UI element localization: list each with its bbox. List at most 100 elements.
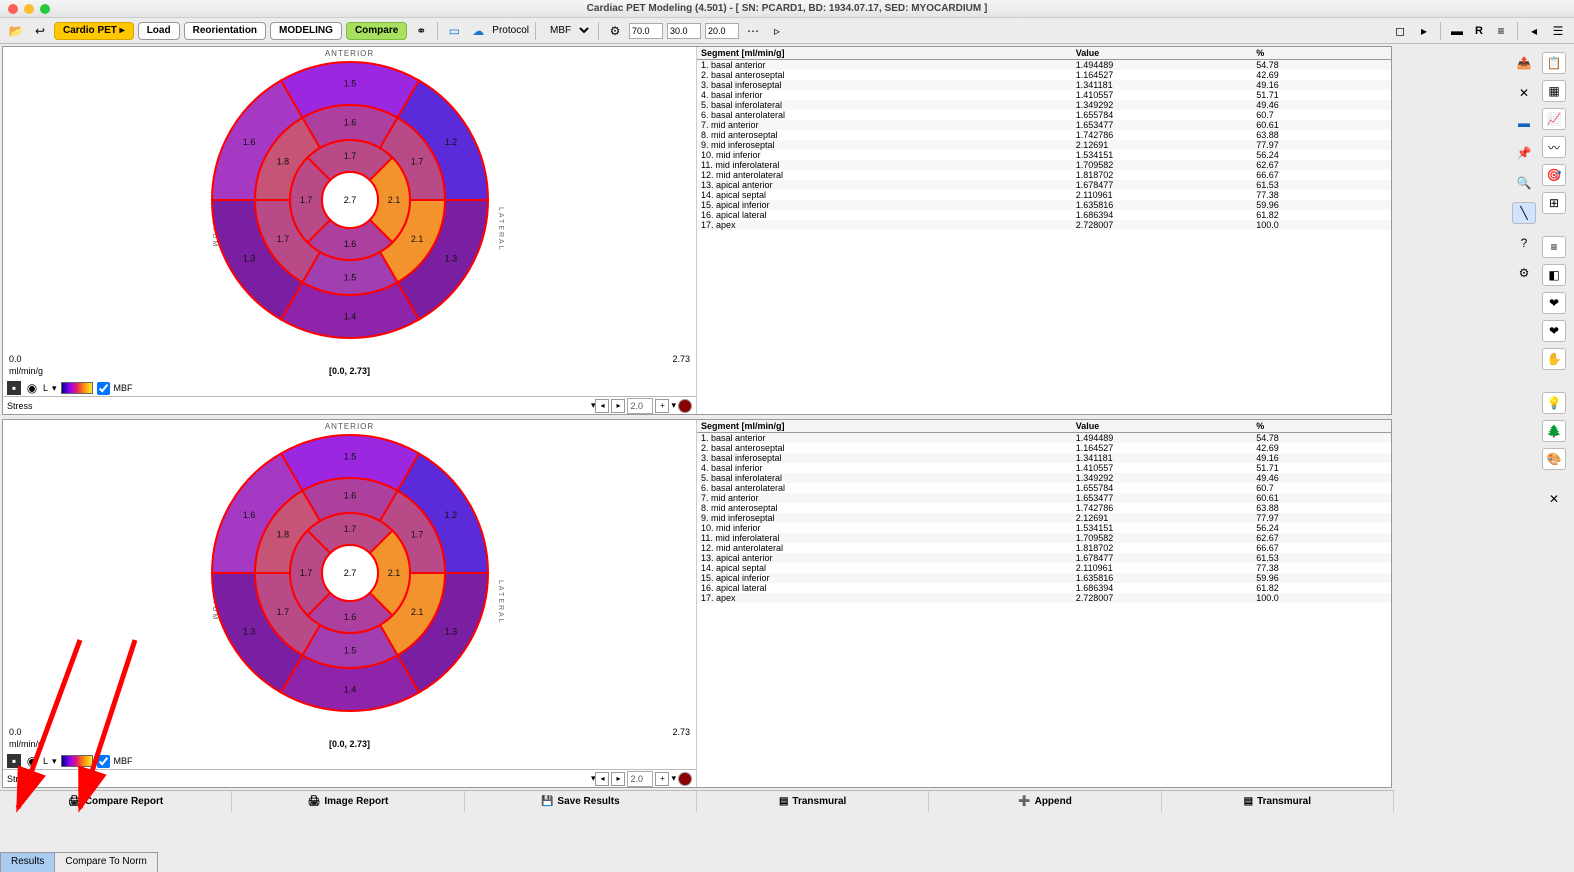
chart-icon[interactable]: 📈 — [1542, 108, 1566, 130]
gear-icon[interactable]: ⚙ — [1512, 262, 1536, 284]
table-row[interactable]: 14. apical septal2.11096177.38 — [697, 563, 1391, 573]
play-icon[interactable]: ▹ — [767, 22, 787, 40]
help-icon[interactable]: ? — [1512, 232, 1536, 254]
table-row[interactable]: 7. mid anterior1.65347760.61 — [697, 120, 1391, 130]
record-icon[interactable] — [678, 772, 692, 786]
color-bars-icon[interactable]: ≡ — [1542, 236, 1566, 258]
image-report-button[interactable]: 🖨Image Report — [232, 791, 464, 812]
prev-button[interactable]: ◂ — [595, 772, 609, 786]
nav-value-input[interactable] — [627, 398, 653, 414]
chevron-down-icon[interactable]: ▾ — [52, 383, 57, 394]
view-icon[interactable]: ◉ — [25, 752, 39, 770]
table-row[interactable]: 6. basal anterolateral1.65578460.7 — [697, 110, 1391, 120]
table-row[interactable]: 4. basal inferior1.41055751.71 — [697, 90, 1391, 100]
pin-icon[interactable]: 📌 — [1512, 142, 1536, 164]
table-row[interactable]: 5. basal inferolateral1.34929249.46 — [697, 473, 1391, 483]
add-button[interactable]: + — [655, 399, 669, 413]
add-button[interactable]: + — [655, 772, 669, 786]
export-icon[interactable]: 📤 — [1512, 52, 1536, 74]
table-row[interactable]: 5. basal inferolateral1.34929249.46 — [697, 100, 1391, 110]
curve-icon[interactable]: 〰 — [1542, 136, 1566, 158]
table-row[interactable]: 17. apex2.728007100.0 — [697, 593, 1391, 603]
chevron-down-icon[interactable]: ▾ — [52, 756, 57, 767]
append-button[interactable]: ➕Append — [929, 791, 1161, 812]
nav-value-input[interactable] — [627, 771, 653, 787]
close-icon[interactable] — [8, 4, 18, 14]
prev-button[interactable]: ◂ — [595, 399, 609, 413]
table-row[interactable]: 10. mid inferior1.53415156.24 — [697, 150, 1391, 160]
expand-icon[interactable]: ▸ — [1414, 22, 1434, 40]
modeling-button[interactable]: MODELING — [270, 22, 342, 40]
polar-plot[interactable]: 1.51.21.31.41.31.61.61.72.11.51.71.81.72… — [205, 428, 495, 718]
minimize-icon[interactable] — [24, 4, 34, 14]
mbf-dropdown[interactable]: MBF — [542, 23, 592, 38]
mbf-checkbox[interactable] — [97, 755, 110, 768]
heart-mri-icon[interactable]: ❤ — [1542, 320, 1566, 342]
stress-dropdown[interactable]: Stress — [7, 401, 591, 411]
param2-input[interactable] — [667, 23, 701, 39]
bulb-icon[interactable]: 💡 — [1542, 392, 1566, 414]
table-row[interactable]: 4. basal inferior1.41055751.71 — [697, 463, 1391, 473]
maximize-icon[interactable] — [40, 4, 50, 14]
segments-icon[interactable]: ⊞ — [1542, 192, 1566, 214]
screen-icon[interactable]: ▬ — [1512, 112, 1536, 134]
back-icon[interactable]: ↩ — [30, 22, 50, 40]
patient-list-icon[interactable]: 📋 — [1542, 52, 1566, 74]
colormap-bar[interactable] — [61, 382, 93, 394]
table-row[interactable]: 3. basal inferoseptal1.34118149.16 — [697, 453, 1391, 463]
hand-icon[interactable]: ✋ — [1542, 348, 1566, 370]
line-tool-icon[interactable]: ╲ — [1512, 202, 1536, 224]
stress-dropdown[interactable]: Stress — [7, 774, 591, 784]
save-icon[interactable]: ▪ — [7, 754, 21, 768]
grid-icon[interactable]: ◻ — [1390, 22, 1410, 40]
cube-icon[interactable]: ◧ — [1542, 264, 1566, 286]
close-panel-icon[interactable]: ✕ — [1542, 488, 1566, 510]
chevron-down-icon[interactable]: ▾ — [671, 400, 676, 411]
palette-icon[interactable]: 🎨 — [1542, 448, 1566, 470]
next-button[interactable]: ▸ — [611, 399, 625, 413]
table-row[interactable]: 11. mid inferolateral1.70958262.67 — [697, 533, 1391, 543]
table-row[interactable]: 1. basal anterior1.49448954.78 — [697, 60, 1391, 71]
table-row[interactable]: 9. mid inferoseptal2.1269177.97 — [697, 140, 1391, 150]
table-row[interactable]: 7. mid anterior1.65347760.61 — [697, 493, 1391, 503]
search-icon[interactable]: 🔍 — [1512, 172, 1536, 194]
record-icon[interactable] — [678, 399, 692, 413]
layers-icon[interactable]: ≡ — [1491, 22, 1511, 40]
open-icon[interactable]: 📂 — [6, 22, 26, 40]
hide-icon[interactable]: ◂ — [1524, 22, 1544, 40]
cardio-pet-button[interactable]: Cardio PET ▸ — [54, 22, 134, 40]
next-button[interactable]: ▸ — [611, 772, 625, 786]
table-row[interactable]: 15. apical inferior1.63581659.96 — [697, 573, 1391, 583]
table-row[interactable]: 2. basal anteroseptal1.16452742.69 — [697, 70, 1391, 80]
cloud-icon[interactable]: ☁ — [468, 22, 488, 40]
view-icon[interactable]: ◉ — [25, 379, 39, 397]
close-x-icon[interactable]: ✕ — [1512, 82, 1536, 104]
param3-input[interactable] — [705, 23, 739, 39]
table-row[interactable]: 11. mid inferolateral1.70958262.67 — [697, 160, 1391, 170]
table-row[interactable]: 3. basal inferoseptal1.34118149.16 — [697, 80, 1391, 90]
compare-report-button[interactable]: 🖨Compare Report — [0, 791, 232, 812]
table-row[interactable]: 14. apical septal2.11096177.38 — [697, 190, 1391, 200]
table-row[interactable]: 8. mid anteroseptal1.74278663.88 — [697, 130, 1391, 140]
db-icon[interactable]: ▭ — [444, 22, 464, 40]
mbf-checkbox[interactable] — [97, 382, 110, 395]
table-row[interactable]: 15. apical inferior1.63581659.96 — [697, 200, 1391, 210]
save-results-button[interactable]: 💾Save Results — [465, 791, 697, 812]
table-row[interactable]: 1. basal anterior1.49448954.78 — [697, 433, 1391, 444]
table-row[interactable]: 16. apical lateral1.68639461.82 — [697, 583, 1391, 593]
grid-view-icon[interactable]: ▦ — [1542, 80, 1566, 102]
table-row[interactable]: 17. apex2.728007100.0 — [697, 220, 1391, 230]
table-row[interactable]: 12. mid anterolateral1.81870266.67 — [697, 543, 1391, 553]
table-row[interactable]: 8. mid anteroseptal1.74278663.88 — [697, 503, 1391, 513]
monitor-icon[interactable]: ▬ — [1447, 22, 1467, 40]
table-row[interactable]: 2. basal anteroseptal1.16452742.69 — [697, 443, 1391, 453]
colormap-bar[interactable] — [61, 755, 93, 767]
compare-button[interactable]: Compare — [346, 22, 407, 40]
tree-icon[interactable]: 🌲 — [1542, 420, 1566, 442]
load-button[interactable]: Load — [138, 22, 180, 40]
menu-icon[interactable]: ☰ — [1548, 22, 1568, 40]
reorientation-button[interactable]: Reorientation — [184, 22, 266, 40]
heart-pet-icon[interactable]: ❤ — [1542, 292, 1566, 314]
target-icon[interactable]: 🎯 — [1542, 164, 1566, 186]
transmural2-button[interactable]: ▤Transmural — [1162, 791, 1394, 812]
